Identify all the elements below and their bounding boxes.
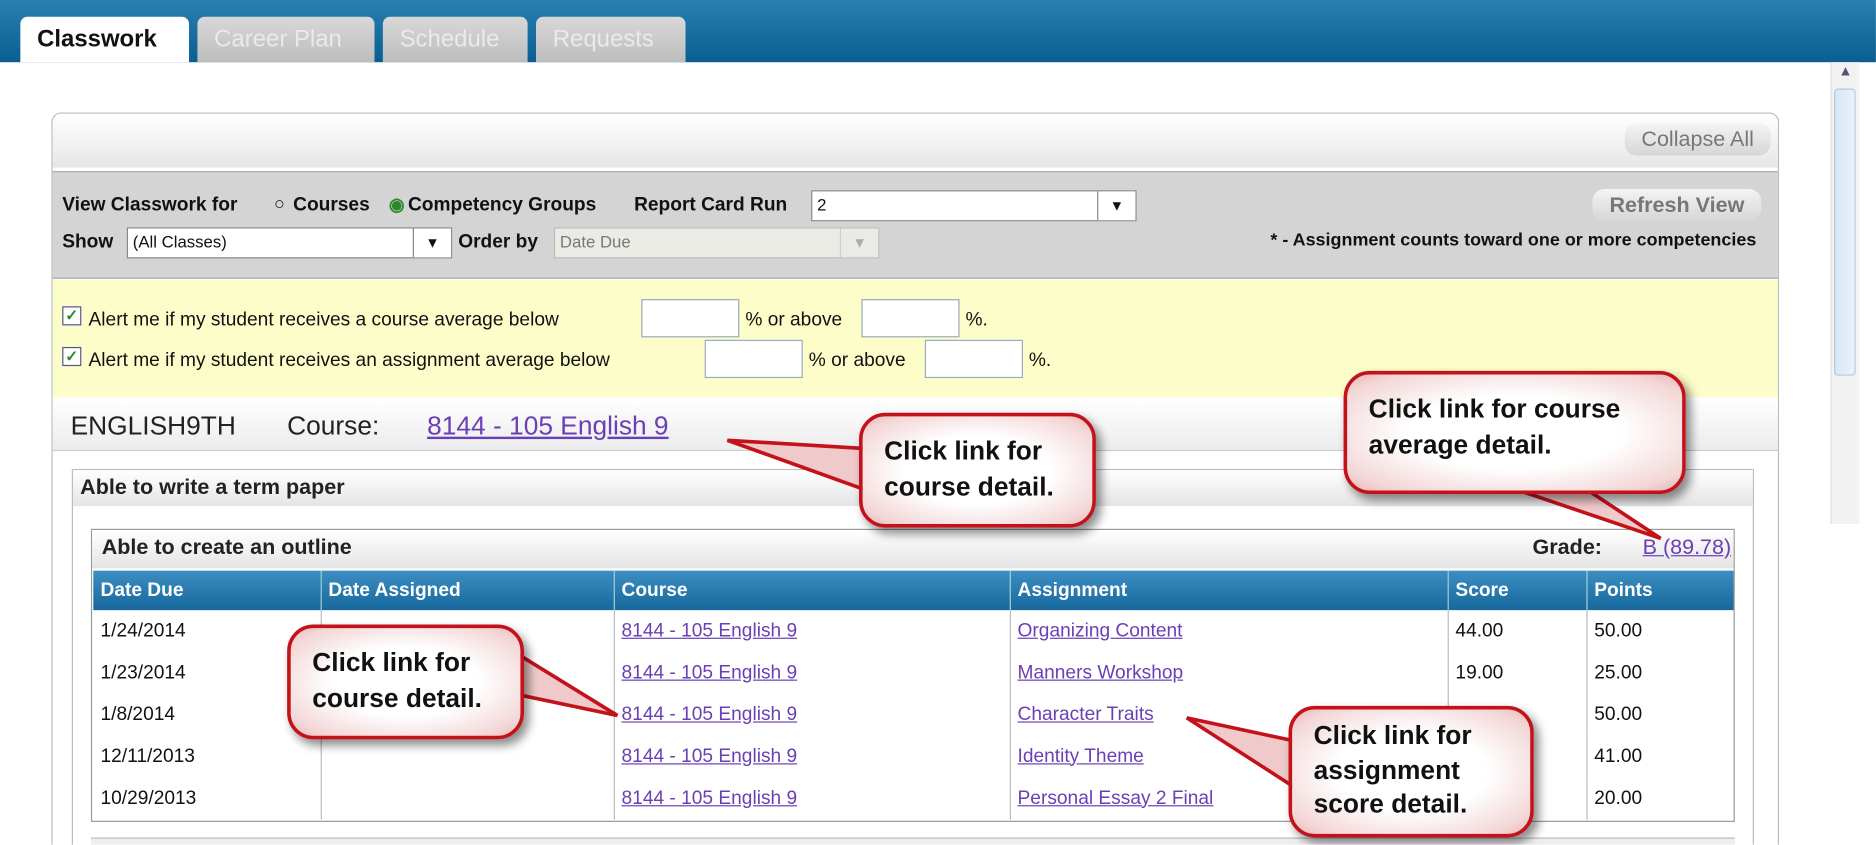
- callout-tail-assignment: [1185, 716, 1300, 793]
- callout-assignment-score: Click link for assignment score detail.: [1288, 705, 1534, 838]
- callout-course-detail: Click link for course detail.: [859, 412, 1096, 528]
- callout-course-average: Click link for course average detail.: [1343, 370, 1686, 495]
- callout-tail-course-row: [512, 648, 619, 718]
- callout-course-detail-row: Click link for course detail.: [287, 624, 525, 740]
- callout-tail-course-top: [726, 438, 870, 494]
